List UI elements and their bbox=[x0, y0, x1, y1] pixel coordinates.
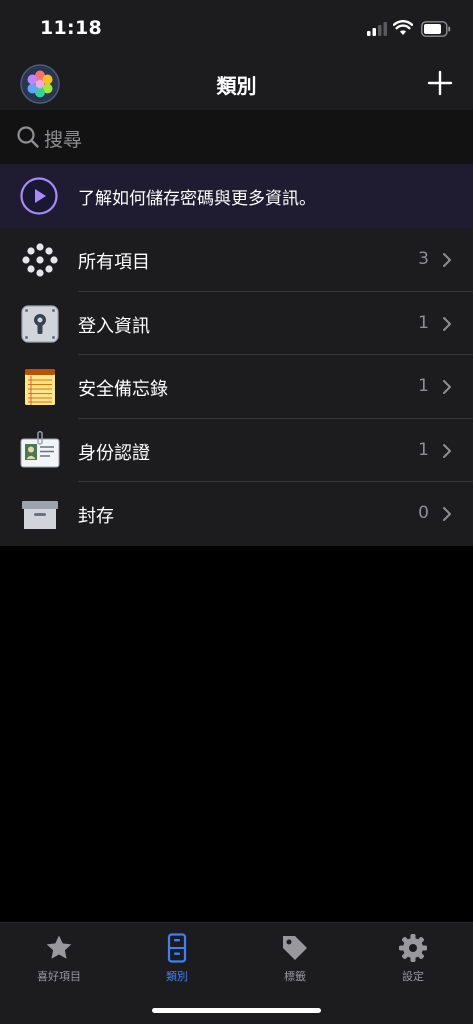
category-row-logins[interactable]: 登入資訊 1 bbox=[0, 292, 473, 355]
play-icon bbox=[20, 177, 58, 215]
category-count: 3 bbox=[418, 249, 429, 269]
chevron-right-icon bbox=[443, 443, 451, 458]
login-vault-icon bbox=[21, 304, 59, 343]
chevron-right-icon bbox=[443, 507, 451, 521]
chevron-right-icon bbox=[443, 316, 451, 331]
gear-icon bbox=[399, 934, 427, 962]
category-label: 登入資訊 bbox=[78, 315, 150, 337]
all-items-icon bbox=[22, 243, 58, 277]
home-indicator[interactable] bbox=[152, 1008, 321, 1013]
tab-label: 標籤 bbox=[284, 970, 306, 983]
category-row-identities[interactable]: 身份認證 1 bbox=[0, 419, 473, 482]
category-row-secure-notes[interactable]: 安全備忘錄 1 bbox=[0, 355, 473, 419]
learn-banner[interactable]: 了解如何儲存密碼與更多資訊。 bbox=[0, 164, 473, 228]
category-count: 1 bbox=[418, 312, 429, 333]
tab-categories[interactable]: 類別 bbox=[118, 923, 236, 993]
category-row-archive[interactable]: 封存 0 bbox=[0, 482, 473, 546]
battery-icon bbox=[421, 21, 451, 37]
search-bar[interactable]: 搜尋 bbox=[0, 110, 473, 164]
category-count: 0 bbox=[418, 503, 429, 523]
add-icon[interactable] bbox=[425, 68, 455, 98]
category-label: 封存 bbox=[78, 506, 114, 527]
wifi-icon bbox=[393, 20, 413, 35]
category-list: 所有項目 3 登入資訊 1 安全備忘錄 1 身份認證 1 封存 0 bbox=[0, 228, 473, 546]
star-icon bbox=[46, 935, 72, 959]
category-count: 1 bbox=[418, 439, 429, 460]
file-cabinet-icon bbox=[167, 933, 187, 963]
page-title: 類別 bbox=[216, 74, 257, 98]
status-bar: 11:18 bbox=[0, 0, 473, 56]
tab-label: 喜好項目 bbox=[37, 970, 81, 983]
banner-text: 了解如何儲存密碼與更多資訊。 bbox=[78, 189, 316, 209]
navigation-bar: 類別 bbox=[0, 56, 473, 110]
category-label: 安全備忘錄 bbox=[78, 379, 168, 400]
chevron-right-icon bbox=[443, 380, 451, 394]
tab-settings[interactable]: 設定 bbox=[354, 923, 472, 993]
identity-card-icon bbox=[20, 430, 60, 467]
tab-tags[interactable]: 標籤 bbox=[236, 923, 354, 993]
category-label: 所有項目 bbox=[78, 252, 150, 273]
category-label: 身份認證 bbox=[78, 442, 150, 464]
search-icon bbox=[17, 126, 39, 148]
category-row-all-items[interactable]: 所有項目 3 bbox=[0, 228, 473, 292]
search-input[interactable]: 搜尋 bbox=[44, 125, 82, 152]
secure-note-icon bbox=[25, 369, 55, 405]
archive-box-icon bbox=[22, 501, 58, 529]
chevron-right-icon bbox=[443, 253, 451, 267]
tag-icon bbox=[283, 936, 307, 960]
tab-label: 設定 bbox=[402, 970, 424, 983]
cellular-signal-icon bbox=[367, 22, 387, 36]
tab-favorites[interactable]: 喜好項目 bbox=[0, 923, 118, 993]
tab-label: 類別 bbox=[166, 970, 188, 983]
category-count: 1 bbox=[418, 376, 429, 396]
status-time: 11:18 bbox=[40, 17, 102, 39]
